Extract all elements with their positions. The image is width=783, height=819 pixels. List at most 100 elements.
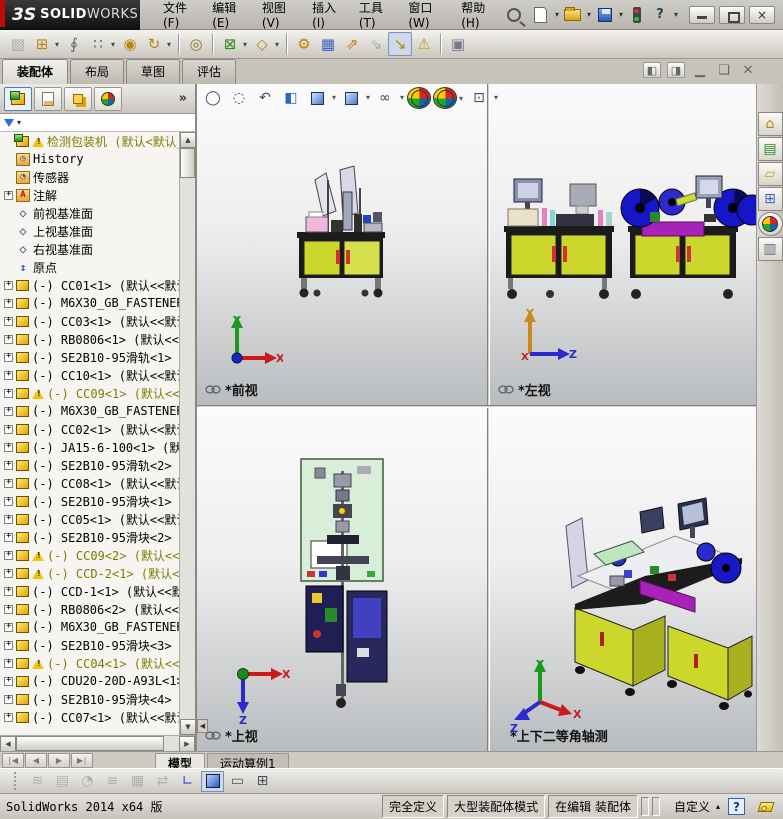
motion-study-button[interactable]: ⚙ — [292, 32, 316, 56]
expand-icon[interactable] — [4, 639, 13, 650]
tree-item[interactable]: (-) CC03<1> (默认<<默认 — [0, 312, 179, 330]
expand-icon[interactable] — [4, 477, 13, 488]
help-caret[interactable]: ▾ — [674, 10, 678, 19]
shaded-view-button[interactable] — [201, 770, 224, 792]
expand-icon[interactable] — [4, 423, 13, 434]
mate-button[interactable]: ∮ — [62, 32, 86, 56]
menu-item[interactable]: 帮助(H) — [452, 0, 501, 34]
single-viewport-button[interactable]: ▭ — [226, 771, 249, 792]
tree-scrollbar[interactable]: ▲ ▼ — [179, 132, 195, 735]
tree-item[interactable]: (-) CC10<1> (默认<<默认 — [0, 366, 179, 384]
file-explorer-tab[interactable]: ▱ — [757, 162, 783, 186]
task-pane-home-tab[interactable]: ⌂ — [757, 112, 783, 136]
doc-minimize-button[interactable]: ▁ — [691, 62, 709, 78]
expand-icon[interactable] — [4, 333, 13, 344]
section-lines-button[interactable]: ≡ — [101, 771, 124, 792]
configuration-manager-tab[interactable] — [64, 86, 92, 111]
zoom-fit-button[interactable]: ◯ — [201, 87, 225, 109]
model-tab[interactable]: 模型 — [155, 753, 206, 771]
menu-item[interactable]: 视图(V) — [253, 0, 301, 34]
tree-item[interactable]: (-) CC07<1> (默认<<默认 — [0, 708, 179, 726]
expand-icon[interactable] — [4, 189, 13, 200]
expand-icon[interactable] — [4, 405, 13, 416]
rebuild-status-icon[interactable] — [627, 5, 647, 25]
horizontal-splitter[interactable] — [197, 405, 756, 408]
save-caret[interactable]: ▾ — [619, 10, 623, 19]
motion-study-tab[interactable]: 运动算例1 — [207, 753, 289, 771]
status-help-button[interactable]: ? — [728, 798, 745, 815]
section-view-button[interactable]: ◧ — [279, 87, 303, 109]
viewport-left[interactable]: Y Z X *左视 — [490, 84, 756, 405]
tree-item[interactable]: History — [0, 150, 179, 168]
tab-evaluate[interactable]: 评估 — [182, 59, 237, 84]
tree-item[interactable]: (-) SE2B10-95滑块<1> (默 — [0, 492, 179, 510]
expand-icon[interactable] — [4, 387, 13, 398]
minimize-button[interactable] — [689, 5, 715, 24]
panel-collapse-button[interactable]: ◀ — [197, 719, 208, 733]
open-caret[interactable]: ▾ — [587, 10, 591, 19]
tree-item[interactable]: (-) SE2B10-95滑块<2> (默 — [0, 528, 179, 546]
expand-icon[interactable] — [4, 351, 13, 362]
feature-manager-tab[interactable] — [4, 86, 32, 111]
new-document-button[interactable] — [531, 5, 551, 25]
draft-analysis-button[interactable]: ◔ — [76, 771, 99, 792]
menu-item[interactable]: 窗口(W) — [399, 0, 450, 34]
pane-right-button[interactable]: ◨ — [667, 62, 685, 78]
viewport-top[interactable]: X Z *上视 — [197, 408, 487, 751]
tree-item[interactable]: (-) CC08<1> (默认<<默认 — [0, 474, 179, 492]
doc-restore-button[interactable]: ❏ — [715, 62, 733, 78]
tab-sketch[interactable]: 草图 — [126, 59, 181, 84]
tree-item[interactable]: (-) CCD-2<1> (默认<<默 — [0, 564, 179, 582]
insert-component-button[interactable]: ⊞ — [30, 32, 59, 56]
expand-icon[interactable] — [4, 513, 13, 524]
menu-item[interactable]: 文件(F) — [154, 0, 201, 34]
tree-item[interactable]: 注解 — [0, 186, 179, 204]
display-manager-tab[interactable] — [94, 86, 122, 111]
instant3d-button[interactable]: ↘ — [388, 32, 412, 56]
restore-button[interactable] — [719, 5, 745, 24]
zoom-area-button[interactable]: ◌ — [227, 87, 251, 109]
triad-toggle-button[interactable]: ∟ — [176, 771, 199, 792]
expand-icon[interactable] — [4, 459, 13, 470]
reference-geometry-button[interactable]: ◇ — [250, 32, 279, 56]
tree-item[interactable]: (-) CC09<2> (默认<<默 — [0, 546, 179, 564]
customize-button[interactable]: 自定义 ▴ — [674, 798, 720, 815]
expand-icon[interactable] — [4, 495, 13, 506]
tree-item[interactable]: 检测包装机 (默认<默认_显 — [0, 132, 179, 150]
swap-views-button[interactable]: ⇄ — [151, 771, 174, 792]
previous-view-button[interactable]: ↶ — [253, 87, 277, 109]
tree-item[interactable]: (-) SE2B10-95滑块<4> (默 — [0, 690, 179, 708]
assembly-features-button[interactable]: ⊠ — [218, 32, 247, 56]
tree-item[interactable]: (-) CC04<1> (默认<<默 — [0, 654, 179, 672]
expand-icon[interactable] — [4, 297, 13, 308]
tree-item[interactable]: (-) CC09<1> (默认<<默 — [0, 384, 179, 402]
smart-fasteners-button[interactable]: ◉ — [118, 32, 142, 56]
tree-item[interactable]: 上视基准面 — [0, 222, 179, 240]
display-states-button[interactable]: ▤ — [51, 771, 74, 792]
expand-icon[interactable] — [4, 279, 13, 290]
appearances-tab[interactable] — [757, 212, 783, 236]
four-viewport-button[interactable]: ⊞ — [251, 771, 274, 792]
tree-item[interactable]: (-) M6X30_GB_FASTENER_S — [0, 294, 179, 312]
tree-hscrollbar[interactable]: ◀ ▶ — [0, 735, 195, 752]
tree-item[interactable]: (-) JA15-6-100<1> (默认 — [0, 438, 179, 456]
tree-item[interactable]: (-) SE2B10-95滑轨<2> (默 — [0, 456, 179, 474]
hscroll-thumb[interactable] — [16, 736, 164, 751]
tree-item[interactable]: (-) CC05<1> (默认<<默认 — [0, 510, 179, 528]
expand-icon[interactable] — [4, 441, 13, 452]
tree-item[interactable]: (-) M6X30_GB_FASTENER_S — [0, 618, 179, 636]
bill-of-materials-button[interactable]: ▦ — [316, 32, 340, 56]
expand-icon[interactable] — [4, 531, 13, 542]
pane-left-button[interactable]: ◧ — [643, 62, 661, 78]
menu-item[interactable]: 插入(I) — [303, 0, 348, 34]
render-preview-button[interactable]: ▣ — [446, 32, 470, 56]
tree-item[interactable]: (-) M6X30_GB_FASTENER_S — [0, 402, 179, 420]
tag-icon[interactable] — [757, 801, 775, 812]
tree-item[interactable]: 原点 — [0, 258, 179, 276]
tree-item[interactable]: 右视基准面 — [0, 240, 179, 258]
apply-scene-button[interactable] — [433, 87, 463, 109]
doc-close-button[interactable]: ✕ — [739, 62, 757, 78]
save-button[interactable] — [595, 5, 615, 25]
tree-item[interactable]: (-) CDU20-20D-A93L<1> ( — [0, 672, 179, 690]
search-icon[interactable] — [506, 7, 521, 22]
